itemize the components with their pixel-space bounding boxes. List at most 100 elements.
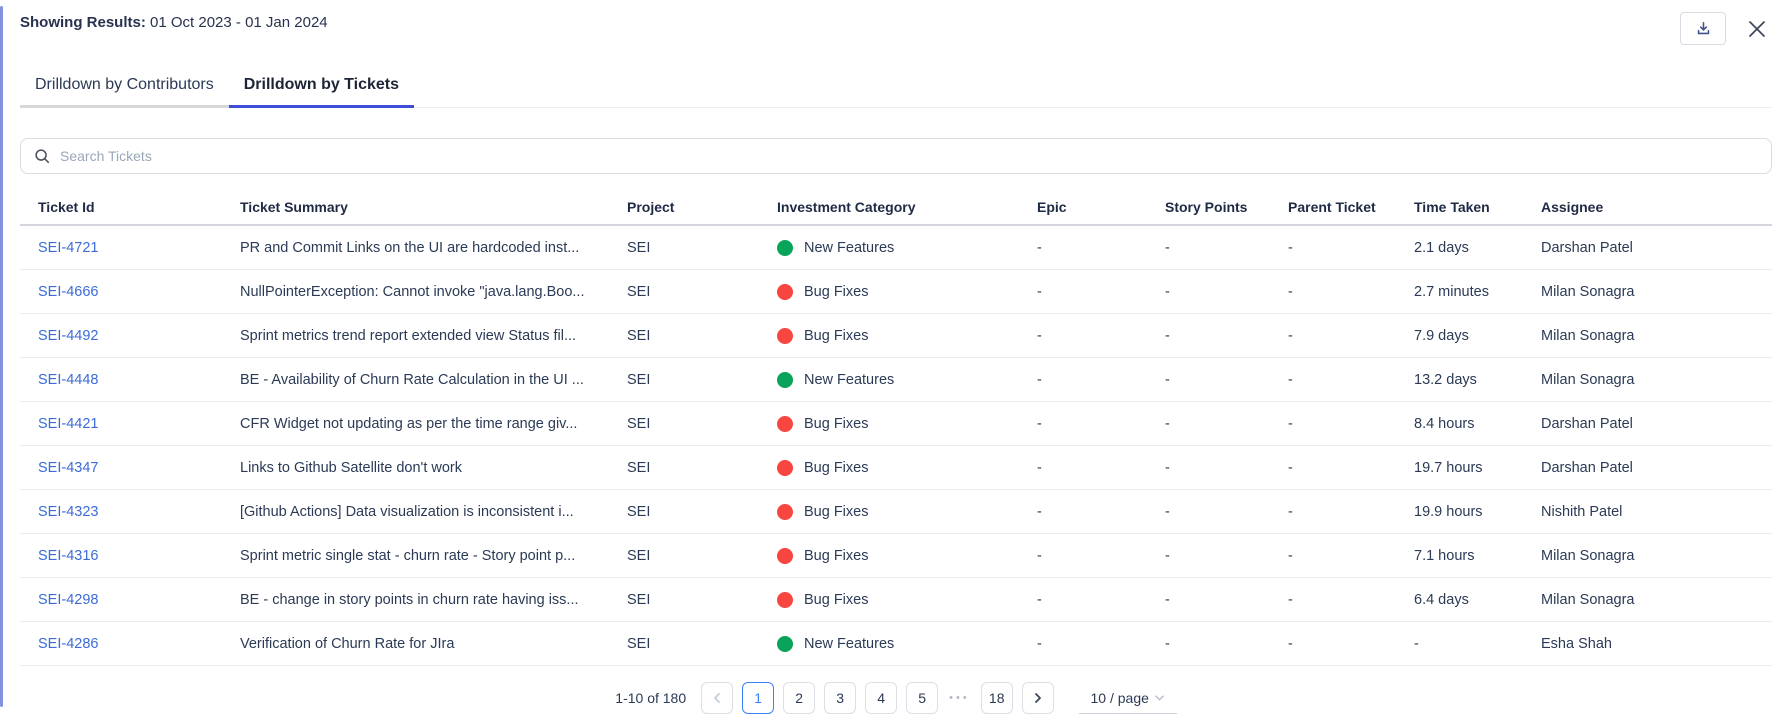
ticket-assignee: Milan Sonagra (1541, 592, 1772, 608)
ticket-project: SEI (627, 328, 777, 344)
investment-category-cell: Bug Fixes (777, 416, 1037, 432)
ticket-parent-ticket: - (1288, 240, 1414, 256)
page-size-value: 10 / page (1091, 690, 1149, 706)
category-label: New Features (804, 240, 894, 256)
category-label: Bug Fixes (804, 548, 868, 564)
pagination-page-2[interactable]: 2 (783, 682, 815, 714)
pagination-page-last[interactable]: 18 (981, 682, 1013, 714)
category-label: Bug Fixes (804, 592, 868, 608)
category-dot-icon (777, 328, 793, 344)
table-body: SEI-4721 PR and Commit Links on the UI a… (20, 226, 1772, 666)
ticket-parent-ticket: - (1288, 636, 1414, 652)
ticket-parent-ticket: - (1288, 284, 1414, 300)
ticket-id-link[interactable]: SEI-4286 (38, 636, 98, 652)
ticket-project: SEI (627, 284, 777, 300)
download-button[interactable] (1680, 12, 1726, 45)
investment-category-cell: New Features (777, 636, 1037, 652)
pagination-page-1[interactable]: 1 (742, 682, 774, 714)
ticket-epic: - (1037, 592, 1165, 608)
ticket-id-link[interactable]: SEI-4316 (38, 548, 98, 564)
table-row: SEI-4298 BE - change in story points in … (20, 578, 1772, 622)
category-label: Bug Fixes (804, 416, 868, 432)
table-row: SEI-4666 NullPointerException: Cannot in… (20, 270, 1772, 314)
ticket-summary: PR and Commit Links on the UI are hardco… (240, 240, 627, 256)
pagination-prev-button[interactable] (701, 682, 733, 714)
ticket-epic: - (1037, 416, 1165, 432)
ticket-story-points: - (1165, 592, 1288, 608)
table-row: SEI-4286 Verification of Churn Rate for … (20, 622, 1772, 666)
ticket-project: SEI (627, 460, 777, 476)
ticket-id-link[interactable]: SEI-4666 (38, 284, 98, 300)
ticket-summary: Links to Github Satellite don't work (240, 460, 627, 476)
category-dot-icon (777, 284, 793, 300)
tab-drilldown-by-tickets[interactable]: Drilldown by Tickets (229, 66, 414, 107)
category-dot-icon (777, 416, 793, 432)
investment-category-cell: New Features (777, 372, 1037, 388)
pagination-page-5[interactable]: 5 (906, 682, 938, 714)
search-bar[interactable] (20, 138, 1772, 174)
pagination-ellipsis[interactable]: ••• (947, 692, 972, 704)
ticket-story-points: - (1165, 284, 1288, 300)
ticket-epic: - (1037, 548, 1165, 564)
column-header-story-points: Story Points (1165, 199, 1288, 215)
table-row: SEI-4721 PR and Commit Links on the UI a… (20, 226, 1772, 270)
close-button[interactable] (1742, 14, 1772, 44)
category-dot-icon (777, 636, 793, 652)
page-size-select[interactable]: 10 / page (1079, 683, 1177, 714)
tab-drilldown-by-contributors[interactable]: Drilldown by Contributors (20, 66, 229, 107)
ticket-project: SEI (627, 240, 777, 256)
pagination-next-button[interactable] (1022, 682, 1054, 714)
column-header-project: Project (627, 199, 777, 215)
ticket-project: SEI (627, 636, 777, 652)
ticket-summary: [Github Actions] Data visualization is i… (240, 504, 627, 520)
investment-category-cell: Bug Fixes (777, 504, 1037, 520)
pagination-page-3[interactable]: 3 (824, 682, 856, 714)
ticket-epic: - (1037, 636, 1165, 652)
category-label: New Features (804, 372, 894, 388)
column-header-parent-ticket: Parent Ticket (1288, 199, 1414, 215)
ticket-time-taken: 2.1 days (1414, 240, 1541, 256)
ticket-parent-ticket: - (1288, 328, 1414, 344)
header: Showing Results: 01 Oct 2023 - 01 Jan 20… (20, 0, 1772, 50)
ticket-summary: BE - change in story points in churn rat… (240, 592, 627, 608)
ticket-parent-ticket: - (1288, 372, 1414, 388)
table-row: SEI-4316 Sprint metric single stat - chu… (20, 534, 1772, 578)
ticket-epic: - (1037, 504, 1165, 520)
ticket-id-link[interactable]: SEI-4721 (38, 240, 98, 256)
pagination-range-text: 1-10 of 180 (615, 690, 686, 706)
investment-category-cell: Bug Fixes (777, 460, 1037, 476)
pagination-page-4[interactable]: 4 (865, 682, 897, 714)
ticket-story-points: - (1165, 416, 1288, 432)
ticket-id-link[interactable]: SEI-4448 (38, 372, 98, 388)
ticket-assignee: Darshan Patel (1541, 416, 1772, 432)
ticket-id-link[interactable]: SEI-4298 (38, 592, 98, 608)
category-label: Bug Fixes (804, 504, 868, 520)
column-header-epic: Epic (1037, 199, 1165, 215)
ticket-time-taken: 2.7 minutes (1414, 284, 1541, 300)
category-dot-icon (777, 372, 793, 388)
ticket-id-link[interactable]: SEI-4492 (38, 328, 98, 344)
investment-category-cell: Bug Fixes (777, 592, 1037, 608)
ticket-project: SEI (627, 592, 777, 608)
column-header-ticket-id: Ticket Id (38, 199, 240, 215)
showing-results-label: Showing Results: (20, 14, 146, 31)
ticket-time-taken: 8.4 hours (1414, 416, 1541, 432)
ticket-id-link[interactable]: SEI-4323 (38, 504, 98, 520)
pagination: 1-10 of 180 1 2 3 4 5 ••• 18 10 / page (20, 682, 1772, 714)
ticket-project: SEI (627, 504, 777, 520)
ticket-assignee: Milan Sonagra (1541, 372, 1772, 388)
chevron-left-icon (711, 692, 723, 704)
search-input[interactable] (60, 148, 1759, 164)
ticket-epic: - (1037, 460, 1165, 476)
ticket-story-points: - (1165, 240, 1288, 256)
category-dot-icon (777, 240, 793, 256)
ticket-epic: - (1037, 328, 1165, 344)
showing-results-text: Showing Results: 01 Oct 2023 - 01 Jan 20… (20, 12, 328, 31)
download-icon (1695, 20, 1712, 37)
table-row: SEI-4323 [Github Actions] Data visualiza… (20, 490, 1772, 534)
ticket-id-link[interactable]: SEI-4421 (38, 416, 98, 432)
ticket-story-points: - (1165, 460, 1288, 476)
category-label: Bug Fixes (804, 328, 868, 344)
investment-category-cell: Bug Fixes (777, 284, 1037, 300)
ticket-id-link[interactable]: SEI-4347 (38, 460, 98, 476)
